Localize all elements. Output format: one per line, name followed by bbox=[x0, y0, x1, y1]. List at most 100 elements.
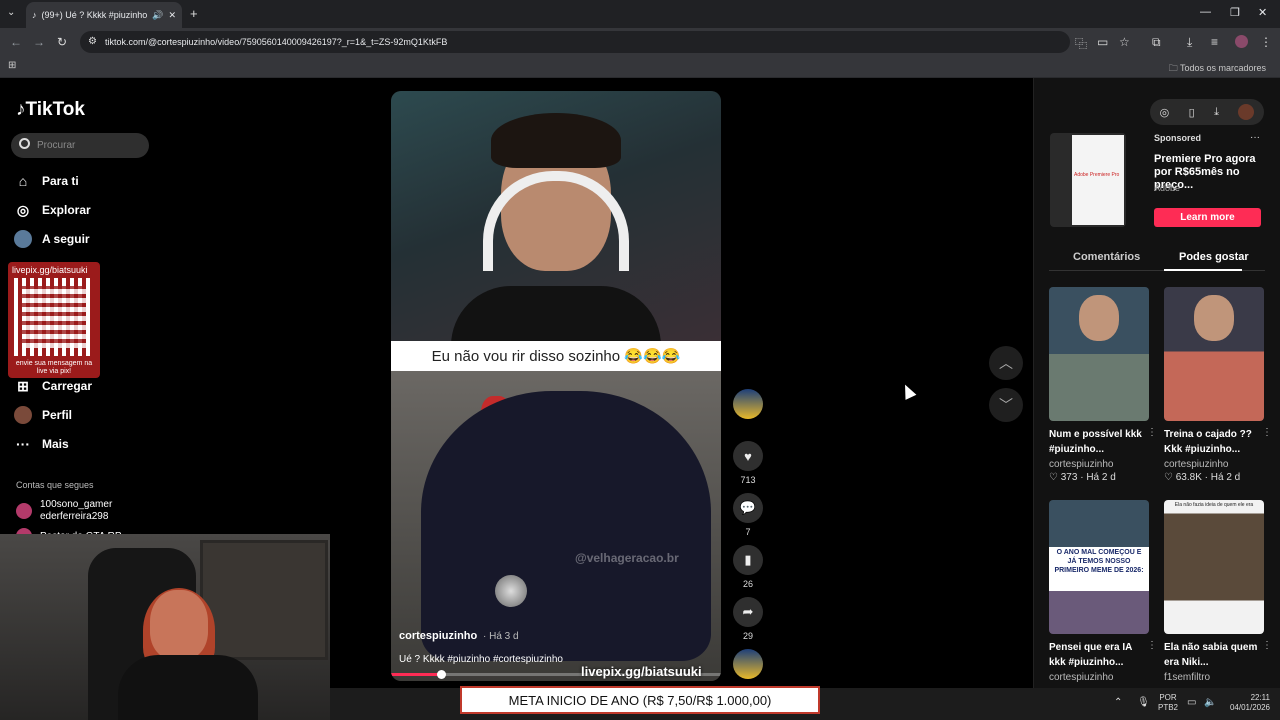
like-count: 713 bbox=[740, 475, 756, 485]
share-button[interactable]: ➦ 29 bbox=[731, 597, 765, 641]
close-tab-icon[interactable]: ✕ bbox=[168, 10, 176, 21]
comment-button[interactable]: 💬 7 bbox=[731, 493, 765, 537]
tiktok-logo[interactable]: ♪TikTok bbox=[16, 99, 85, 121]
video-player[interactable]: Eu não vou rir disso sozinho 😂😂😂 @velhag… bbox=[391, 91, 721, 681]
following-account[interactable]: 100sono_gamer ederferreira298 bbox=[16, 499, 112, 523]
card-more-icon[interactable]: ⋮ bbox=[1147, 640, 1157, 651]
following-header: Contas que segues bbox=[16, 480, 94, 490]
search-input[interactable]: Procurar bbox=[11, 133, 149, 158]
new-tab-icon[interactable]: + bbox=[190, 6, 198, 21]
account-name: 100sono_gamer bbox=[40, 499, 113, 510]
webcam-shelf bbox=[200, 540, 328, 660]
video-person-hair bbox=[491, 113, 621, 168]
save-count: 26 bbox=[742, 579, 753, 589]
donation-goal-text: META INICIO DE ANO (R$ 7,50/R$ 1.000,00) bbox=[508, 692, 772, 708]
suggested-video-card[interactable]: Treina o cajado ?? Kkk #piuzinho... cort… bbox=[1164, 287, 1272, 483]
tray-icons[interactable]: ⌃ 🎙 bbox=[1114, 697, 1156, 708]
nav-item-more[interactable]: ··· Mais bbox=[14, 433, 69, 455]
avatar[interactable] bbox=[1238, 104, 1255, 120]
audio-icon[interactable]: 🔊 bbox=[152, 10, 163, 21]
forward-icon[interactable]: → bbox=[33, 35, 45, 49]
video-description: Ué ? Kkkk #piuzinho #cortespiuzinho bbox=[399, 654, 563, 665]
back-icon[interactable]: ← bbox=[10, 35, 22, 49]
card-more-icon[interactable]: ⋮ bbox=[1262, 640, 1272, 651]
comment-count: 7 bbox=[745, 527, 751, 537]
chevron-up-icon: ︿ bbox=[999, 355, 1013, 371]
network-icon[interactable]: ▭ bbox=[1187, 697, 1196, 708]
ad-more-icon[interactable]: ··· bbox=[1250, 132, 1260, 143]
url-field[interactable]: tiktok.com/@cortespiuzinho/video/7590560… bbox=[80, 31, 1070, 53]
suggested-video-card[interactable]: Num e possível kkk #piuzinho... cortespi… bbox=[1049, 287, 1157, 483]
all-bookmarks-link[interactable]: 🗀 Todos os marcadores bbox=[1169, 61, 1266, 77]
bookmark-icon: ▮ bbox=[733, 545, 763, 575]
tab-suggested[interactable]: Podes gostar bbox=[1179, 251, 1249, 263]
suggested-video-card[interactable]: Ela não fazia ideia de quem ele era Ela … bbox=[1164, 500, 1272, 683]
language-indicator[interactable]: POR PTB2 bbox=[1158, 693, 1178, 713]
reload-icon[interactable]: ↻ bbox=[57, 35, 67, 49]
download-icon[interactable]: ⤓ bbox=[1214, 106, 1219, 119]
nav-label: Explorar bbox=[42, 203, 91, 217]
heart-icon: ♥ bbox=[733, 441, 763, 471]
card-overlay-text: Ela não fazia ideia de quem ele era bbox=[1174, 502, 1254, 508]
nav-item-explore[interactable]: ◎ Explorar bbox=[14, 199, 91, 221]
lang-layout: PTB2 bbox=[1158, 703, 1179, 712]
nav-item-profile[interactable]: Perfil bbox=[14, 404, 72, 426]
bookmarks-bar bbox=[0, 56, 1280, 78]
tab-active-indicator bbox=[1164, 269, 1242, 271]
ad-thumbnail-text: Adobe Premiere Pro bbox=[1074, 172, 1120, 178]
apps-grid-icon[interactable]: ⊞ bbox=[8, 60, 16, 71]
bookmark-star-icon[interactable]: ☆ bbox=[1119, 35, 1130, 49]
menu-dots-icon[interactable]: ⋮ bbox=[1260, 35, 1272, 49]
cast-icon[interactable]: ▭ bbox=[1097, 35, 1108, 49]
video-author[interactable]: cortespiuzinho bbox=[399, 630, 477, 642]
translate-icon[interactable]: ⿻ bbox=[1075, 35, 1087, 52]
close-window-icon[interactable]: ✕ bbox=[1258, 6, 1267, 19]
site-info-icon[interactable]: ⚙ bbox=[88, 36, 97, 47]
video-time: · Há 3 d bbox=[483, 631, 519, 642]
qr-code bbox=[14, 278, 94, 356]
phone-icon[interactable]: ▯ bbox=[1189, 106, 1195, 119]
qr-caption: envie sua mensagem na live via pix! bbox=[15, 360, 93, 375]
card-more-icon[interactable]: ⋮ bbox=[1262, 427, 1272, 438]
save-button[interactable]: ▮ 26 bbox=[731, 545, 765, 589]
video-caption-text: Eu não vou rir disso sozinho 😂😂😂 bbox=[391, 341, 721, 371]
tab-title: (99+) Ué ? Kkkk #piuzinho # bbox=[41, 10, 148, 20]
video-watermark: @velhageracao.br bbox=[575, 551, 679, 565]
card-stats: ♡ 373 · Há 2 d bbox=[1049, 472, 1116, 483]
like-button[interactable]: ♥ 713 bbox=[731, 441, 765, 485]
nav-item-for-you[interactable]: ⌂ Para ti bbox=[14, 170, 79, 192]
suggested-video-card[interactable]: O ANO MAL COMEÇOU E JÁ TEMOS NOSSO PRIME… bbox=[1049, 500, 1157, 683]
donation-goal-banner: META INICIO DE ANO (R$ 7,50/R$ 1.000,00) bbox=[460, 686, 820, 714]
card-stats: ♡ 63.8K · Há 2 d bbox=[1164, 472, 1241, 483]
browser-tab[interactable]: ♪ (99+) Ué ? Kkkk #piuzinho # 🔊 ✕ bbox=[26, 2, 182, 28]
creator-avatar[interactable] bbox=[733, 389, 763, 419]
tiktok-note-icon: ♪ bbox=[16, 99, 26, 120]
chevron-down-icon: ﹀ bbox=[999, 397, 1013, 413]
volume-icon[interactable]: 🔈 bbox=[1204, 697, 1216, 708]
compass-icon[interactable]: ◎ bbox=[1160, 106, 1170, 119]
extensions-icon[interactable]: ⧉ bbox=[1152, 35, 1161, 50]
card-author: f1semfiltro bbox=[1164, 672, 1211, 683]
next-video-button[interactable]: ﹀ bbox=[989, 388, 1023, 422]
avatar bbox=[16, 503, 32, 519]
card-thumbnail bbox=[1049, 287, 1149, 421]
thumb-face bbox=[1194, 295, 1234, 341]
card-more-icon[interactable]: ⋮ bbox=[1147, 427, 1157, 438]
nav-item-following[interactable]: A seguir bbox=[14, 228, 90, 250]
music-disc-avatar[interactable] bbox=[733, 649, 763, 679]
avatar bbox=[14, 406, 32, 424]
clock[interactable]: 22:11 04/01/2026 bbox=[1224, 693, 1270, 713]
tab-search-chevron-icon[interactable]: ⌄ bbox=[7, 7, 15, 18]
lang-code: POR bbox=[1159, 693, 1177, 702]
nav-item-upload[interactable]: ⊞ Carregar bbox=[14, 375, 92, 397]
maximize-icon[interactable]: ❐ bbox=[1230, 6, 1240, 19]
video-progress-knob[interactable] bbox=[436, 670, 446, 679]
learn-more-button[interactable]: Learn more bbox=[1154, 208, 1261, 227]
tab-comments[interactable]: Comentários bbox=[1073, 251, 1140, 263]
media-icon[interactable]: ≡ bbox=[1211, 35, 1218, 49]
previous-video-button[interactable]: ︿ bbox=[989, 346, 1023, 380]
minimize-icon[interactable]: — bbox=[1200, 6, 1211, 18]
downloads-icon[interactable]: ⤓ bbox=[1187, 35, 1192, 50]
tiktok-favicon-icon: ♪ bbox=[32, 10, 37, 20]
profile-avatar[interactable] bbox=[1235, 35, 1248, 48]
